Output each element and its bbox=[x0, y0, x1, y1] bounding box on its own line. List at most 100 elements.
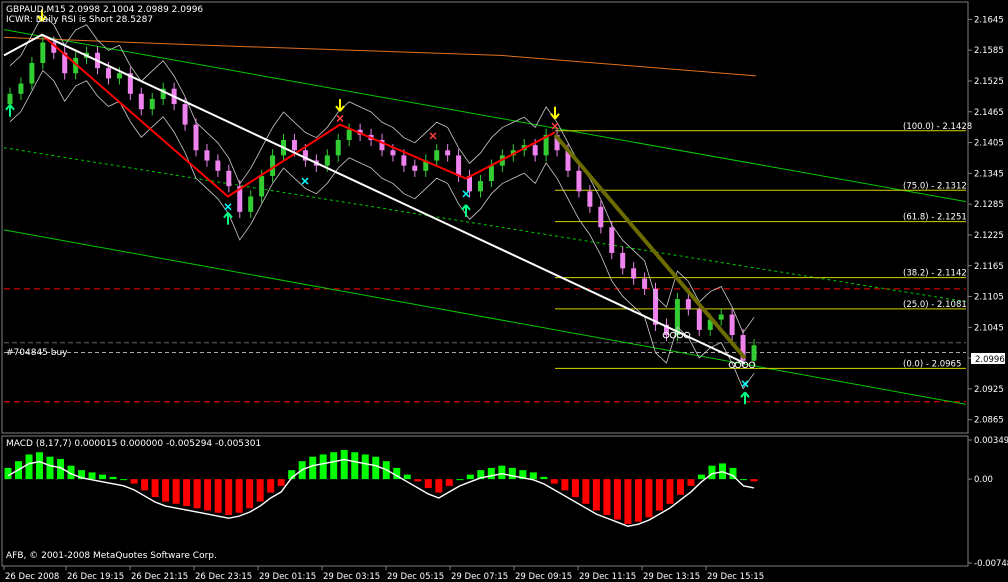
symbol-header: GBPAUD,M15 2.0998 2.1004 2.0989 2.0996 bbox=[6, 5, 203, 15]
fib-level-label: (25.0) - 2.1081 bbox=[903, 300, 967, 310]
macd-bar bbox=[487, 467, 495, 480]
x-tick-label: 29 Dec 05:15 bbox=[387, 572, 444, 582]
candle-body bbox=[182, 104, 188, 125]
candle-body bbox=[620, 252, 626, 269]
macd-bar bbox=[351, 452, 359, 480]
candle-body bbox=[477, 181, 483, 192]
x-tick-label: 26 Dec 19:15 bbox=[67, 572, 124, 582]
x-tick-label: 26 Dec 2008 bbox=[5, 572, 59, 582]
macd-bar bbox=[141, 479, 149, 491]
macd-bar bbox=[529, 472, 537, 480]
macd-bar bbox=[235, 479, 243, 513]
candle-body bbox=[324, 155, 330, 166]
candle-body bbox=[696, 309, 702, 330]
macd-bar bbox=[340, 449, 348, 480]
macd-bar bbox=[603, 479, 611, 516]
candle-body bbox=[631, 268, 637, 279]
macd-bar bbox=[225, 479, 233, 516]
macd-y-tick-label: -0.00748 bbox=[974, 559, 1008, 569]
y-tick-label: 2.1165 bbox=[974, 262, 1004, 272]
fib-level-label: (75.0) - 2.1312 bbox=[903, 181, 967, 191]
macd-bar bbox=[435, 479, 443, 493]
candle-body bbox=[587, 191, 593, 207]
macd-bar bbox=[267, 479, 275, 493]
candle-body bbox=[204, 150, 210, 161]
candle-body bbox=[248, 196, 254, 212]
macd-bar bbox=[162, 479, 170, 502]
candle-body bbox=[718, 314, 724, 320]
candle-body bbox=[434, 150, 440, 161]
macd-bar bbox=[319, 454, 327, 480]
macd-bar bbox=[130, 479, 138, 484]
candle-body bbox=[642, 278, 648, 289]
candle-body bbox=[390, 150, 396, 156]
candle-body bbox=[259, 175, 265, 197]
candle-body bbox=[456, 155, 462, 176]
macd-bar bbox=[456, 479, 464, 481]
x-tick-label: 26 Dec 23:15 bbox=[195, 572, 252, 582]
fib-level-label: (0.0) - 2.0965 bbox=[903, 359, 961, 369]
rsi-header: ICWR: Daily RSI is Short 28.5287 bbox=[6, 15, 153, 25]
macd-bar bbox=[561, 479, 569, 491]
macd-bar bbox=[466, 474, 474, 480]
candle-body bbox=[532, 145, 538, 156]
candle-body bbox=[729, 314, 735, 336]
macd-bar bbox=[540, 476, 548, 480]
macd-bar bbox=[571, 479, 579, 498]
y-tick-label: 2.1465 bbox=[974, 108, 1004, 118]
macd-bar bbox=[403, 474, 411, 480]
macd-bar bbox=[739, 479, 747, 481]
macd-bar bbox=[330, 452, 338, 480]
candle-body bbox=[40, 42, 46, 64]
macd-bar bbox=[309, 456, 317, 480]
macd-bar bbox=[508, 467, 516, 480]
y-tick-label: 2.0925 bbox=[974, 385, 1004, 395]
macd-bar bbox=[4, 467, 12, 480]
macd-bar bbox=[666, 479, 674, 504]
macd-bar bbox=[676, 479, 684, 495]
candle-body bbox=[149, 98, 155, 110]
candle-body bbox=[401, 155, 407, 166]
macd-bar bbox=[624, 479, 632, 524]
y-tick-label: 2.1225 bbox=[974, 231, 1004, 241]
macd-bar bbox=[99, 474, 107, 480]
fib-level-label: (61.8) - 2.1251 bbox=[903, 213, 967, 223]
y-tick-label: 2.1585 bbox=[974, 46, 1004, 56]
candle-body bbox=[7, 93, 13, 105]
fib-level-label: (38.2) - 2.1142 bbox=[903, 269, 967, 279]
candle-body bbox=[653, 288, 659, 325]
candle-body bbox=[609, 227, 615, 253]
macd-y-tick-label: 0.00 bbox=[974, 475, 993, 485]
macd-bar bbox=[183, 479, 191, 507]
y-tick-label: 2.1405 bbox=[974, 139, 1004, 149]
y-tick-label: 2.1045 bbox=[974, 323, 1004, 333]
x-tick-label: 29 Dec 03:15 bbox=[323, 572, 380, 582]
macd-bar bbox=[750, 479, 758, 482]
y-tick-label: 2.1105 bbox=[974, 293, 1004, 303]
chart-canvas[interactable]: 2.1645 2.1585 2.1525 2.1465 2.1405 2.1345 2.12… bbox=[0, 0, 1008, 582]
macd-y-tick-label: 0.00349 bbox=[974, 436, 1008, 446]
y-tick-label: 2.1525 bbox=[974, 77, 1004, 87]
macd-bar bbox=[204, 479, 212, 511]
candle-body bbox=[445, 150, 451, 156]
macd-bar bbox=[613, 479, 621, 520]
macd-bar bbox=[256, 479, 264, 502]
macd-header: MACD (8,17,7) 0.000015 0.000000 -0.00529… bbox=[6, 439, 261, 449]
y-tick-label: 2.1345 bbox=[974, 169, 1004, 179]
macd-bar bbox=[172, 479, 180, 504]
macd-bar bbox=[88, 472, 96, 480]
x-tick-label: 29 Dec 01:15 bbox=[259, 572, 316, 582]
macd-bar bbox=[277, 479, 285, 486]
candle-body bbox=[105, 68, 111, 79]
candle-body bbox=[674, 299, 680, 336]
candle-body bbox=[226, 170, 232, 187]
candle-body bbox=[29, 63, 35, 84]
macd-bar bbox=[120, 479, 128, 481]
macd-bar bbox=[687, 479, 695, 486]
macd-bar bbox=[582, 479, 590, 504]
macd-bar bbox=[361, 454, 369, 480]
x-tick-label: 29 Dec 07:15 bbox=[451, 572, 508, 582]
macd-bar bbox=[193, 479, 201, 509]
macd-bar bbox=[498, 465, 506, 480]
candle-body bbox=[335, 140, 341, 156]
